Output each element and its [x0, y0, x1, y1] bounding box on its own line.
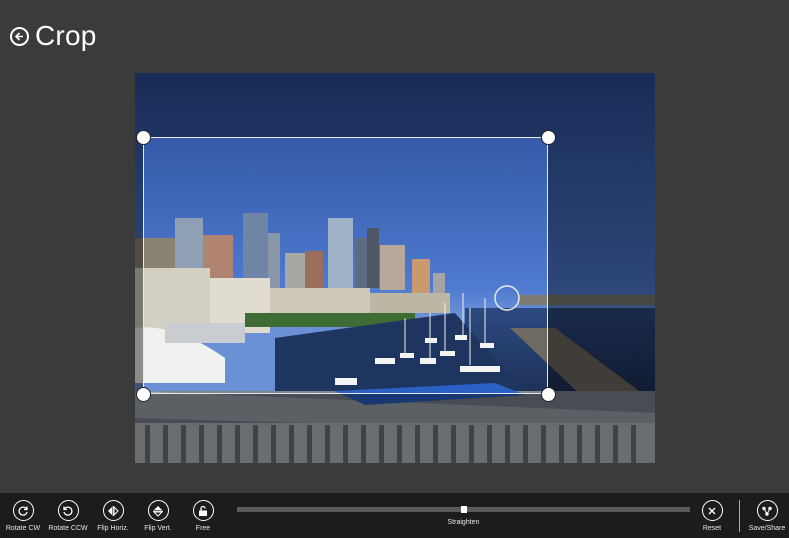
rotate-cw-label: Rotate CW: [5, 525, 41, 532]
flip-vertical-icon: [147, 500, 169, 521]
reset-button[interactable]: Reset: [688, 500, 736, 532]
straighten-label: Straighten: [447, 519, 480, 526]
crop-handle-bottom-left[interactable]: [136, 387, 151, 402]
rotate-cw-icon: [12, 500, 34, 521]
crop-frame[interactable]: [143, 137, 548, 394]
save-share-button[interactable]: Save/Share: [743, 500, 789, 532]
unlock-icon: [192, 500, 214, 521]
flip-vert-label: Flip Vert.: [144, 525, 172, 532]
close-icon: [701, 500, 723, 521]
straighten-thumb[interactable]: [460, 506, 467, 513]
rotate-ccw-icon: [57, 500, 79, 521]
crop-handle-top-right[interactable]: [541, 130, 556, 145]
flip-horizontal-icon: [102, 500, 124, 521]
rotate-cw-button[interactable]: Rotate CW: [0, 500, 47, 532]
back-button[interactable]: [10, 26, 29, 46]
flip-horiz-label: Flip Horiz.: [97, 525, 129, 532]
app-bar-divider: [739, 500, 740, 532]
flip-vert-button[interactable]: Flip Vert.: [134, 500, 182, 532]
crop-handle-bottom-right[interactable]: [541, 387, 556, 402]
header: Crop: [10, 20, 97, 52]
page-title: Crop: [35, 20, 97, 51]
free-aspect-button[interactable]: Free: [179, 500, 227, 532]
straighten-slider[interactable]: Straighten: [237, 506, 690, 526]
share-icon: [756, 500, 778, 521]
rotate-ccw-button[interactable]: Rotate CCW: [44, 500, 92, 532]
reset-label: Reset: [702, 525, 722, 532]
save-share-label: Save/Share: [748, 525, 786, 532]
rotate-ccw-label: Rotate CCW: [48, 525, 88, 532]
free-label: Free: [195, 525, 211, 532]
straighten-track[interactable]: [237, 506, 690, 513]
flip-horiz-button[interactable]: Flip Horiz.: [89, 500, 137, 532]
back-arrow-icon: [14, 31, 23, 41]
crop-handle-top-left[interactable]: [136, 130, 151, 145]
